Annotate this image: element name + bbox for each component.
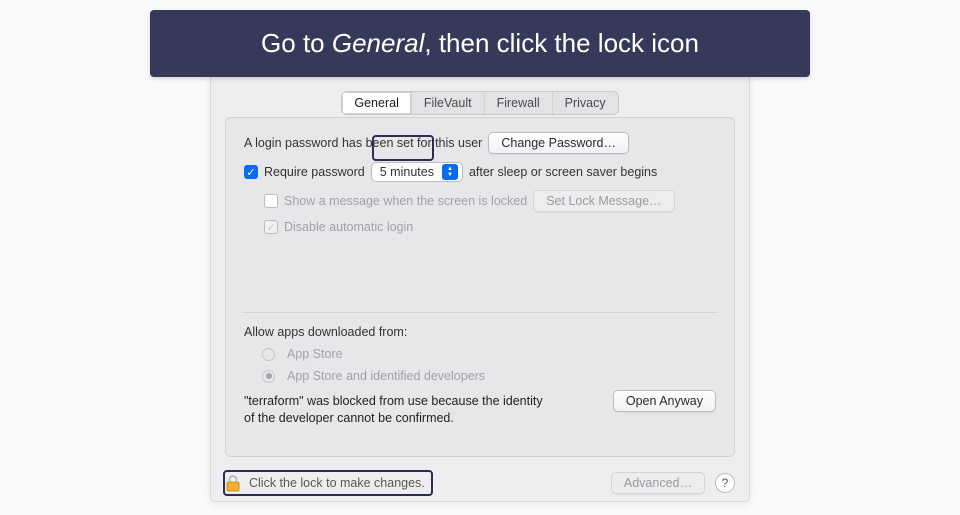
allow-apps-title: Allow apps downloaded from: [244,325,716,339]
allow-option-appstore: App Store [262,347,716,361]
disable-auto-login-label: Disable automatic login [284,220,413,234]
tab-privacy[interactable]: Privacy [553,92,618,114]
radio-appstore-label: App Store [287,347,343,361]
open-anyway-button[interactable]: Open Anyway [613,390,716,412]
allow-option-identified: App Store and identified developers [262,369,716,383]
tab-general[interactable]: General [342,92,411,114]
help-button[interactable]: ? [715,473,735,493]
blocked-app-message: "terraform" was blocked from use because… [244,393,554,427]
lock-message-row: Show a message when the screen is locked… [264,190,716,212]
window-footer: Click the lock to make changes. Advanced… [211,465,749,501]
updown-arrows-icon: ▲▼ [442,164,458,180]
login-password-text: A login password has been set for this u… [244,136,482,150]
radio-identified [262,370,275,383]
tab-segmented-control: General FileVault Firewall Privacy [341,91,618,115]
lock-message-label: Show a message when the screen is locked [284,194,527,208]
instruction-banner: Go to General, then click the lock icon [150,10,810,77]
tab-filevault[interactable]: FileVault [412,92,485,114]
require-password-delay-value: 5 minutes [380,165,434,179]
change-password-button[interactable]: Change Password… [488,132,629,154]
disable-auto-login-row: ✓ Disable automatic login [264,220,716,234]
banner-prefix: Go to [261,28,332,58]
banner-suffix: , then click the lock icon [424,28,699,58]
set-lock-message-button: Set Lock Message… [533,190,674,212]
disable-auto-login-checkbox: ✓ [264,220,278,234]
radio-appstore [262,348,275,361]
advanced-button[interactable]: Advanced… [611,472,705,494]
lock-text: Click the lock to make changes. [249,476,425,490]
require-password-label-pre: Require password [264,165,365,179]
require-password-delay-select[interactable]: 5 minutes ▲▼ [371,162,463,182]
login-password-row: A login password has been set for this u… [244,132,716,154]
banner-emphasis: General [332,28,425,58]
lock-message-checkbox [264,194,278,208]
require-password-row: ✓ Require password 5 minutes ▲▼ after sl… [244,162,716,182]
panel-divider [242,312,718,313]
require-password-checkbox[interactable]: ✓ [244,165,258,179]
require-password-label-post: after sleep or screen saver begins [469,165,657,179]
radio-identified-label: App Store and identified developers [287,369,485,383]
lock-button[interactable]: Click the lock to make changes. [225,474,425,492]
general-panel: A login password has been set for this u… [225,117,735,457]
lock-icon [225,474,241,492]
preferences-window: General FileVault Firewall Privacy A log… [210,48,750,502]
tab-firewall[interactable]: Firewall [485,92,553,114]
